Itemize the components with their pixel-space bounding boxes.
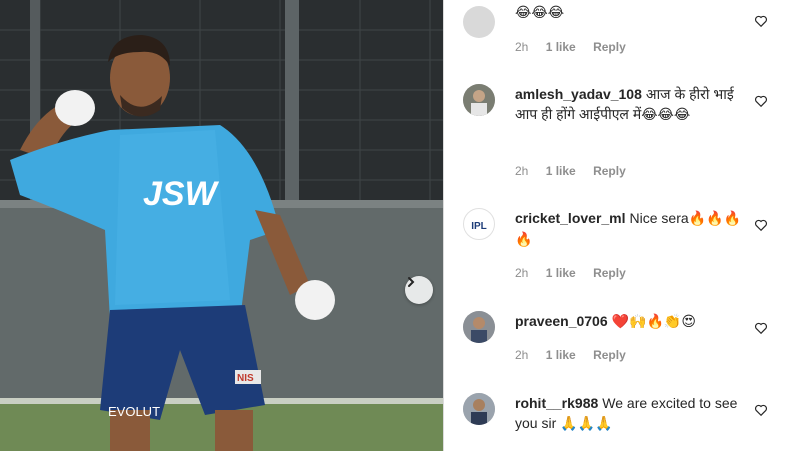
comment-emojis: 🙏🙏🙏 — [560, 416, 613, 432]
comment-likes[interactable]: 1 like — [546, 348, 576, 362]
chevron-right-icon — [408, 277, 415, 287]
comment-username[interactable]: rohit__rk988 — [515, 395, 598, 411]
comment-body: Nice sera — [629, 210, 689, 226]
shorts-brand: NIS — [237, 373, 254, 384]
like-heart-icon[interactable] — [754, 218, 768, 232]
reply-button[interactable]: Reply — [593, 266, 626, 280]
comments-panel: 😂😂😂 2h 1 like Reply amlesh_yadav_108 आज क… — [444, 0, 800, 451]
comment-text: rohit__rk988 We are excited to see you si… — [515, 393, 751, 434]
comment-time: 2h — [515, 348, 529, 362]
like-heart-icon[interactable] — [754, 14, 768, 28]
comment-time: 2h — [515, 164, 529, 178]
like-heart-icon[interactable] — [754, 321, 768, 335]
like-heart-icon[interactable] — [754, 403, 768, 417]
avatar[interactable] — [463, 84, 495, 116]
comment-text: praveen_0706 ❤️🙌🔥👏😍 — [515, 311, 751, 332]
comment-emojis: 😂😂😂 — [641, 107, 691, 123]
comment-text: cricket_lover_ml Nice sera🔥🔥🔥🔥 — [515, 208, 751, 250]
comment-meta: 2h 1 like Reply — [515, 40, 640, 54]
comment-meta: 2h 1 like Reply — [515, 164, 640, 178]
cricketer-photo: JSW EVOLUT NIS — [0, 0, 443, 451]
comment-username[interactable]: praveen_0706 — [515, 313, 608, 329]
shorts-logo: EVOLUT — [108, 404, 160, 419]
comment-username[interactable]: cricket_lover_ml — [515, 210, 626, 226]
comment-meta: 2h 1 like Reply — [515, 266, 640, 280]
avatar-logo-text: IPL — [471, 221, 487, 232]
comment-meta: 2h 1 like Reply — [515, 348, 640, 362]
reply-button[interactable]: Reply — [593, 348, 626, 362]
jersey-logo: JSW — [143, 175, 220, 213]
comment-emojis: 😂😂😂 — [515, 5, 565, 21]
like-heart-icon[interactable] — [754, 94, 768, 108]
comment-username[interactable]: amlesh_yadav_108 — [515, 86, 642, 102]
reply-button[interactable]: Reply — [593, 40, 626, 54]
comment-text: 😂😂😂 — [515, 2, 751, 23]
avatar[interactable] — [463, 393, 495, 425]
post-photo: JSW EVOLUT NIS — [0, 0, 443, 451]
reply-button[interactable]: Reply — [593, 164, 626, 178]
comment-emojis: ❤️🙌🔥👏😍 — [611, 314, 696, 330]
comment-time: 2h — [515, 266, 529, 280]
avatar[interactable] — [463, 311, 495, 343]
avatar[interactable]: IPL — [463, 208, 495, 240]
comment-time: 2h — [515, 40, 529, 54]
comment-likes[interactable]: 1 like — [546, 164, 576, 178]
comment-text: amlesh_yadav_108 आज के हीरो भाई आप ही हों… — [515, 84, 751, 125]
comment-likes[interactable]: 1 like — [546, 40, 576, 54]
avatar[interactable] — [463, 6, 495, 38]
comment-likes[interactable]: 1 like — [546, 266, 576, 280]
next-photo-button[interactable] — [405, 276, 433, 304]
